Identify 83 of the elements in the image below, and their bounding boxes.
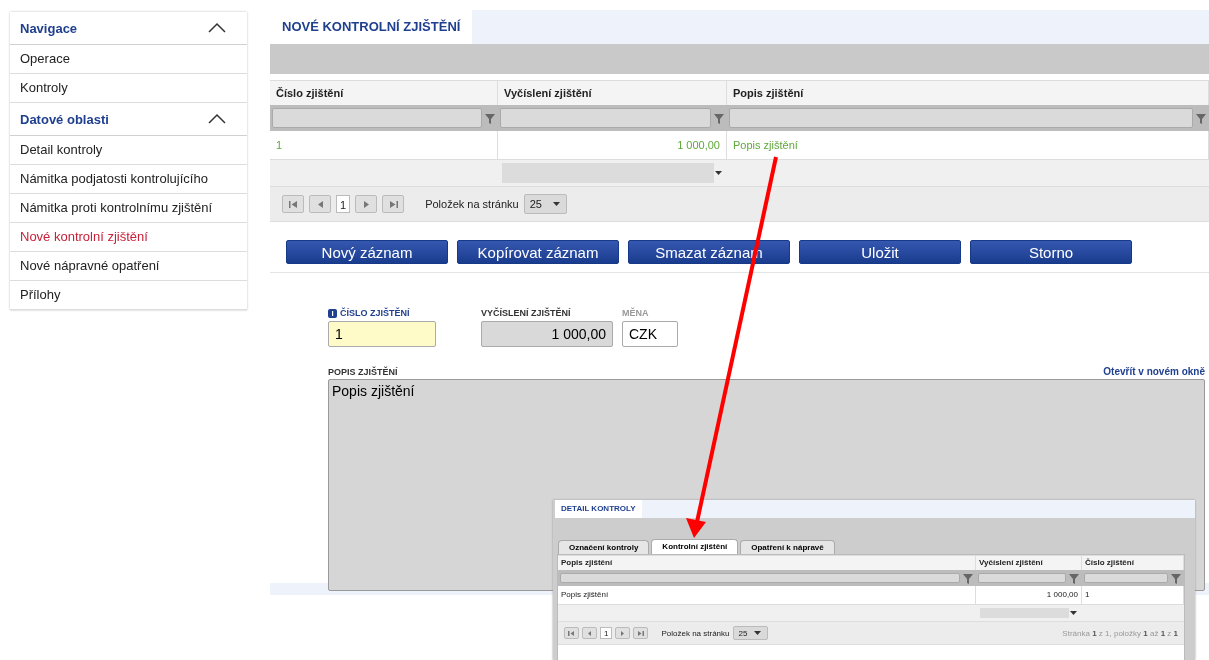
sidebar-item[interactable]: Kontroly <box>10 74 247 103</box>
tab[interactable]: Opatření k nápravě <box>740 540 835 554</box>
open-in-new-window-link[interactable]: Otevřít v novém okně <box>1103 366 1205 377</box>
first-page-button[interactable] <box>282 195 304 213</box>
last-page-icon <box>637 629 645 637</box>
caret-icon <box>551 200 561 208</box>
sidebar-item[interactable]: Námitka podjatosti kontrolujícího <box>10 165 247 194</box>
tab[interactable]: DETAIL KONTROLY <box>555 500 642 518</box>
filter-field[interactable] <box>560 573 960 583</box>
caret-icon <box>753 629 763 637</box>
action-button[interactable]: Storno <box>970 240 1132 264</box>
table-cell: 1 <box>1082 586 1184 605</box>
tab[interactable]: Kontrolní zjištění <box>651 539 739 554</box>
tab[interactable]: NOVÉ KONTROLNÍ ZJIŠTĚNÍ <box>270 10 473 44</box>
last-page-icon <box>388 199 398 209</box>
filter-icon[interactable] <box>713 111 725 125</box>
field-label: VYČÍSLENÍ ZJIŠTĚNÍ <box>481 308 571 318</box>
info-icon <box>328 308 337 318</box>
section-header[interactable]: Datové oblasti <box>10 103 247 136</box>
page-summary: Stránka 1 z 1, položky 1 až 1 z 1 <box>1062 628 1178 638</box>
filter-field[interactable] <box>978 573 1066 583</box>
field-label: POPIS ZJIŠTĚNÍ <box>328 367 398 377</box>
page-size-dropdown[interactable]: 25 <box>523 194 567 214</box>
sidebar-item[interactable]: Operace <box>10 45 247 74</box>
filter-icon[interactable] <box>962 571 974 585</box>
action-button[interactable]: Kopírovat záznam <box>457 240 619 264</box>
page-size-label: Položek na stránku <box>425 198 519 210</box>
previous-icon <box>315 199 325 209</box>
next-icon <box>619 629 627 637</box>
column-header[interactable]: Popis zjištění <box>558 555 976 570</box>
column-header[interactable]: Číslo zjištění <box>1082 555 1184 570</box>
filter-field[interactable] <box>729 108 1193 128</box>
filter-field[interactable] <box>272 108 482 128</box>
previous-icon <box>586 629 593 637</box>
previous-page-button[interactable] <box>309 195 331 213</box>
filter-icon[interactable] <box>1195 111 1207 125</box>
first-page-icon <box>288 199 298 209</box>
filter-field[interactable] <box>1084 573 1168 583</box>
sidebar-item[interactable]: Přílohy <box>10 281 247 310</box>
last-page-button[interactable] <box>633 627 649 639</box>
filter-icon[interactable] <box>1170 571 1182 585</box>
filter-icon[interactable] <box>1068 571 1080 585</box>
table-cell: Popis zjištění <box>727 131 1209 160</box>
column-header[interactable]: Popis zjištění <box>727 80 1209 105</box>
filter-icon[interactable] <box>484 111 496 125</box>
page-number-field[interactable]: 1 <box>336 195 351 213</box>
last-page-button[interactable] <box>382 195 405 213</box>
chevron-up-icon[interactable] <box>207 22 227 34</box>
previous-page-button[interactable] <box>582 627 597 639</box>
section-title: Datové oblasti <box>20 111 109 127</box>
filter-field[interactable] <box>500 108 711 128</box>
section-title: Navigace <box>20 20 78 36</box>
column-header[interactable]: Vyčíslení zjištění <box>498 80 727 105</box>
table-cell: 1 <box>270 131 498 160</box>
page-number-field[interactable]: 1 <box>600 627 613 639</box>
chevron-up-icon[interactable] <box>207 113 227 125</box>
page-size-dropdown[interactable]: 25 <box>732 626 769 640</box>
sidebar-item[interactable]: Nové kontrolní zjištění <box>10 223 247 252</box>
sidebar-item[interactable]: Nové nápravné opatření <box>10 252 247 281</box>
field-label: MĚNA <box>622 308 649 318</box>
table-cell: 1 000,00 <box>976 586 1082 605</box>
section-header[interactable]: Navigace <box>10 12 247 45</box>
caret-icon <box>714 169 723 177</box>
tab[interactable]: Označení kontroly <box>558 540 650 554</box>
sidebar-item[interactable]: Detail kontroly <box>10 136 247 165</box>
table-cell: Popis zjištění <box>558 586 976 605</box>
next-icon <box>361 199 371 209</box>
caret-icon <box>1069 609 1078 617</box>
first-page-button[interactable] <box>564 627 579 639</box>
table-cell: 1 000,00 <box>498 131 727 160</box>
input-field[interactable]: 1 <box>328 321 436 347</box>
sidebar-item[interactable]: Námitka proti kontrolnímu zjištění <box>10 194 247 223</box>
column-header[interactable]: Vyčíslení zjištění <box>976 555 1082 570</box>
next-page-button[interactable] <box>355 195 378 213</box>
field-label: ČÍSLO ZJIŠTĚNÍ <box>340 308 410 318</box>
next-page-button[interactable] <box>615 627 631 639</box>
input-field[interactable]: CZK <box>622 321 678 347</box>
page-size-label: Položek na stránku <box>661 628 730 638</box>
input-field: 1 000,00 <box>481 321 613 347</box>
first-page-icon <box>568 629 575 637</box>
action-button[interactable]: Nový záznam <box>286 240 448 264</box>
action-button[interactable]: Uložit <box>799 240 961 264</box>
column-header[interactable]: Číslo zjištění <box>270 80 498 105</box>
